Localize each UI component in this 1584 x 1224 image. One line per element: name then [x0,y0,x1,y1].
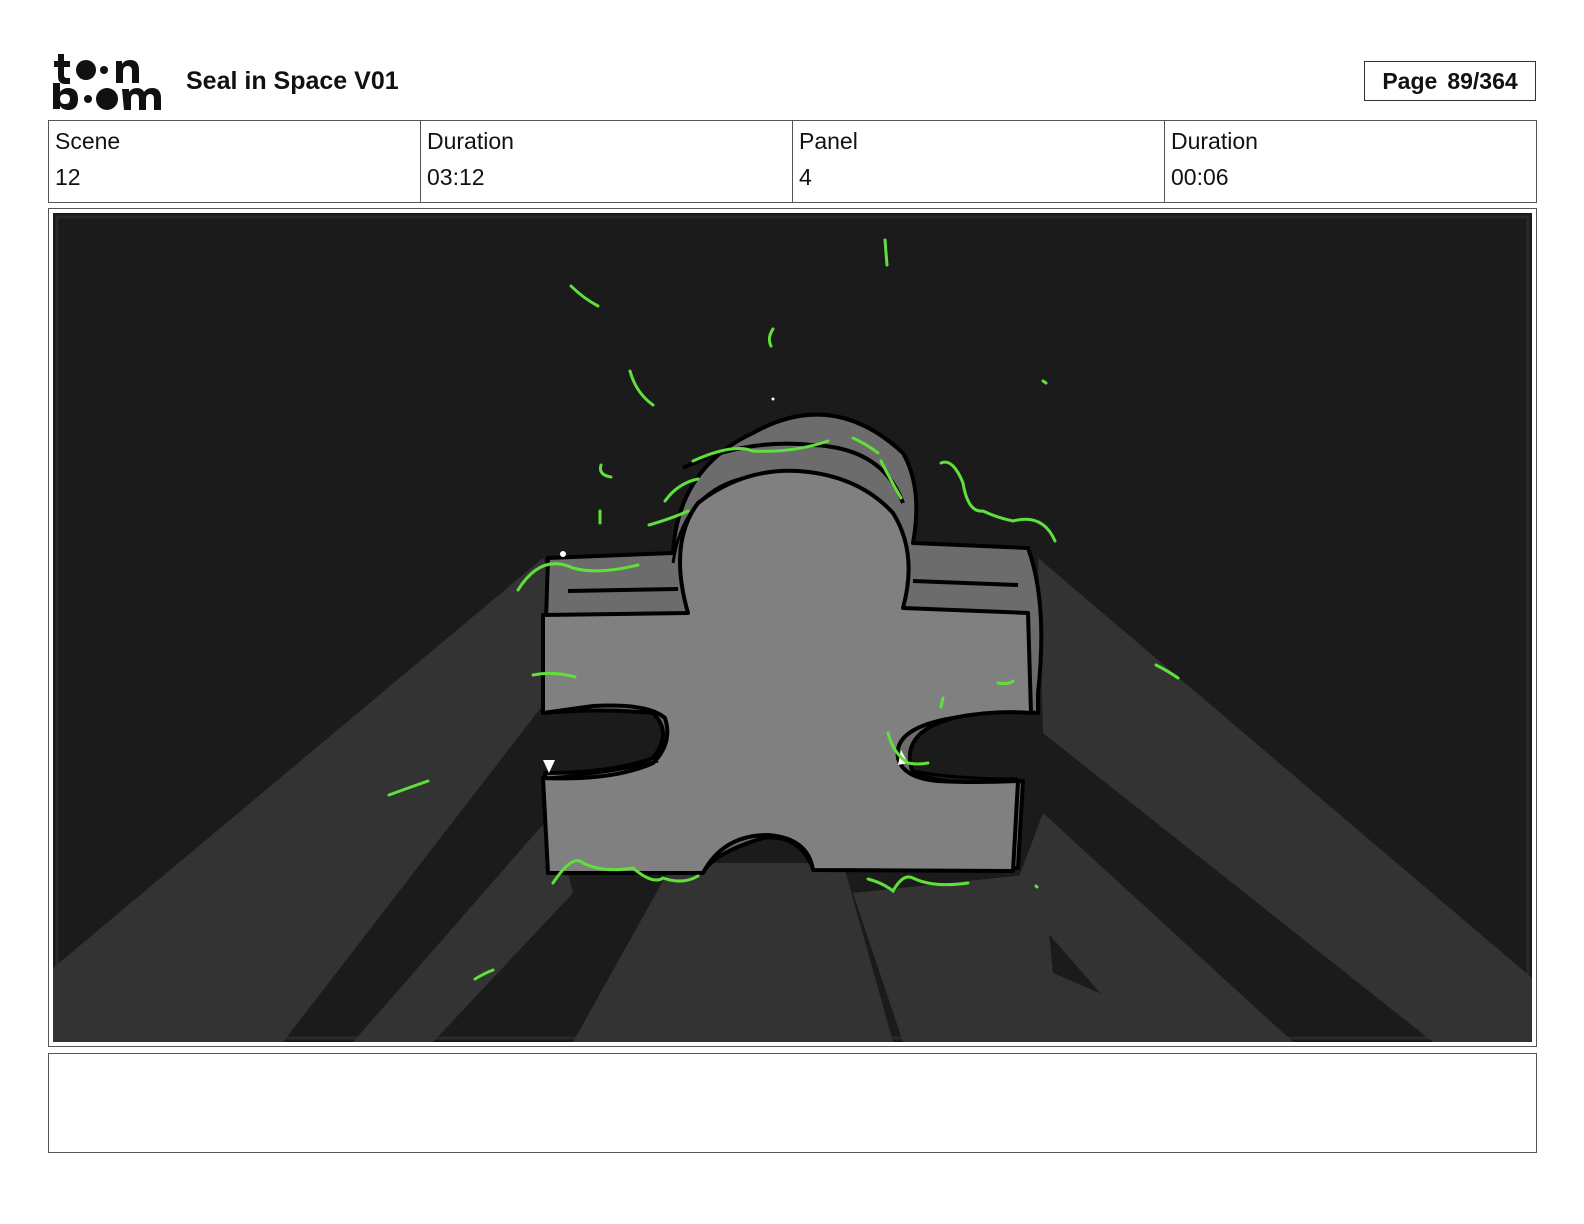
scene-label: Scene [55,128,121,154]
scene-duration-cell: Duration 03:12 [421,121,793,202]
panel-label: Panel [799,128,858,154]
panel-cell: Panel 4 [793,121,1165,202]
panel-duration-cell: Duration 00:06 [1165,121,1536,202]
panel-duration-label: Duration [1171,128,1258,154]
toon-boom-logo [52,50,164,112]
scene-value: 12 [55,164,81,190]
storyboard-panel-frame [48,208,1537,1047]
page-label: Page [1382,67,1438,94]
storyboard-panel-image [53,213,1532,1042]
panel-info-table: Scene 12 Duration 03:12 Panel 4 Duration… [48,120,1537,203]
panel-value: 4 [799,164,812,190]
panel-duration-value: 00:06 [1171,164,1229,190]
scene-cell: Scene 12 [49,121,421,202]
panel-notes-box[interactable] [48,1053,1537,1153]
page-number: 89/364 [1447,67,1518,94]
page-indicator: Page 89/364 [1364,61,1536,101]
scene-duration-value: 03:12 [427,164,485,190]
document-title: Seal in Space V01 [186,67,399,95]
scene-duration-label: Duration [427,128,514,154]
